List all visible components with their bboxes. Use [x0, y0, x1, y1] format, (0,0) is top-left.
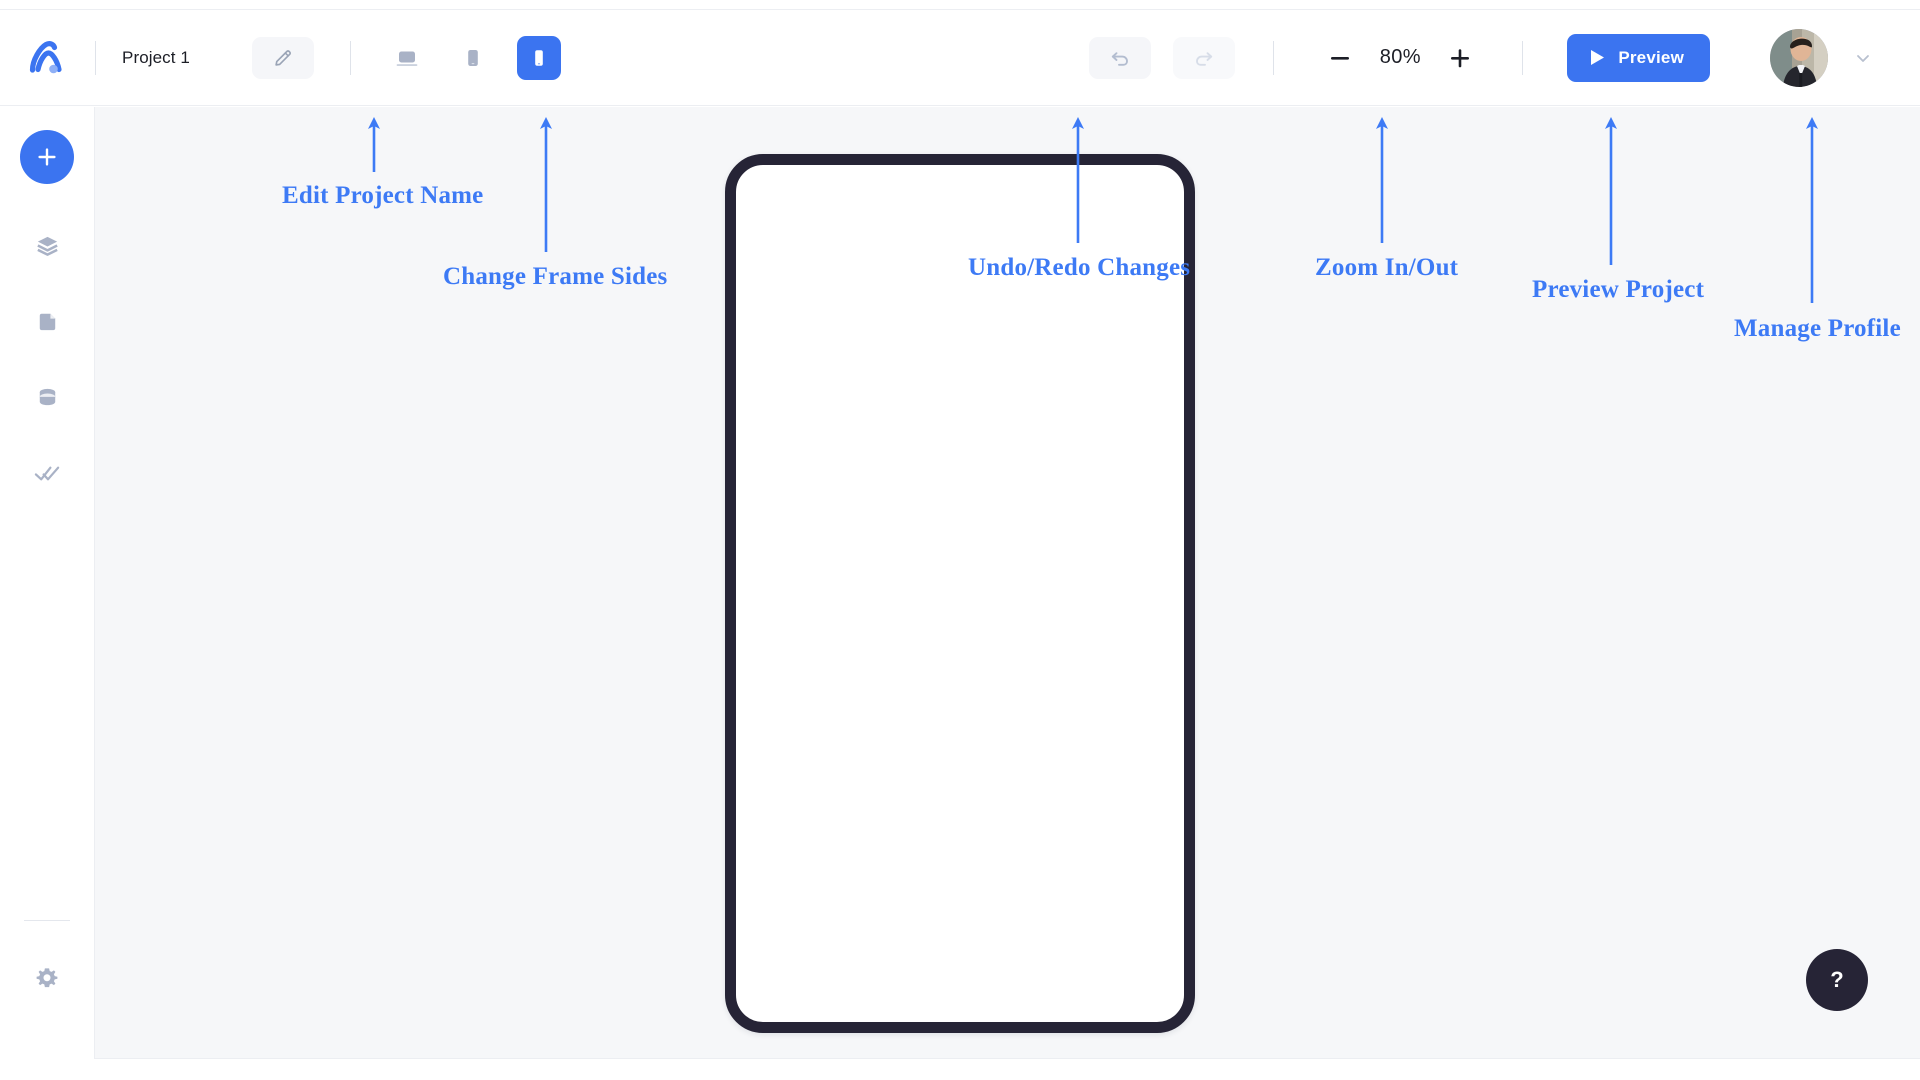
sidebar-divider	[24, 920, 70, 921]
sidebar-item-data[interactable]	[20, 370, 74, 424]
tablet-icon	[468, 49, 478, 66]
sidebar-item-components[interactable]	[20, 218, 74, 272]
divider-zoom	[1522, 40, 1524, 75]
double-check-icon	[34, 466, 59, 480]
annotation-arrow-zoom-in-out	[1376, 117, 1388, 243]
annotation-label-preview-project: Preview Project	[1532, 276, 1705, 303]
layers-icon	[36, 236, 58, 256]
help-button[interactable]: ?	[1806, 949, 1868, 1011]
annotation-arrow-preview-project	[1605, 117, 1617, 265]
zoom-out-button[interactable]	[1318, 36, 1362, 80]
top-toolbar: Project 1 80% Preview	[0, 9, 1920, 106]
preview-button-label: Preview	[1618, 47, 1684, 67]
plus-icon	[1451, 48, 1470, 67]
top-strip	[0, 0, 1920, 9]
left-sidebar	[0, 107, 95, 1059]
zoom-level-value: 80%	[1379, 46, 1421, 68]
bottom-strip	[0, 1059, 1920, 1080]
avatar[interactable]	[1770, 28, 1828, 87]
device-mobile-button[interactable]	[517, 35, 561, 80]
help-button-label: ?	[1830, 967, 1844, 992]
chevron-down-icon	[1857, 54, 1869, 62]
profile-menu-button[interactable]	[1846, 41, 1880, 75]
annotation-label-change-frame-sides: Change Frame Sides	[443, 263, 668, 290]
divider-edit	[350, 40, 351, 75]
pencil-icon	[275, 49, 291, 66]
mobile-phone-frame[interactable]	[725, 154, 1195, 1033]
sidebar-item-tasks[interactable]	[20, 446, 74, 500]
annotation-arrow-edit-project-name	[368, 117, 380, 172]
avatar-image	[1770, 28, 1828, 87]
mobile-icon	[535, 49, 543, 66]
annotation-label-edit-project-name: Edit Project Name	[282, 182, 484, 209]
zoom-in-button[interactable]	[1438, 36, 1482, 80]
undo-icon	[1112, 51, 1129, 66]
annotation-label-undo-redo-changes: Undo/Redo Changes	[968, 254, 1191, 281]
appgyver-logo-icon	[29, 40, 62, 73]
edit-project-name-button[interactable]	[252, 36, 314, 79]
redo-button[interactable]	[1173, 36, 1236, 79]
minus-icon	[1331, 56, 1350, 60]
pages-icon	[39, 313, 55, 330]
sidebar-item-settings[interactable]	[20, 951, 74, 1005]
annotation-arrow-undo-redo-changes	[1072, 117, 1084, 243]
app-root: Project 1 80% Preview ? Edit Project Nam…	[0, 0, 1920, 1080]
plus-icon	[38, 148, 56, 166]
app-logo[interactable]	[0, 10, 95, 105]
play-icon	[1591, 50, 1605, 65]
annotation-label-manage-profile: Manage Profile	[1734, 315, 1901, 342]
redo-icon	[1196, 51, 1213, 66]
gear-icon	[36, 968, 58, 988]
divider-history	[1273, 40, 1275, 75]
sidebar-add-button[interactable]	[20, 130, 74, 184]
device-desktop-button[interactable]	[385, 36, 429, 80]
design-canvas[interactable]: ?	[95, 107, 1920, 1059]
database-icon	[39, 388, 55, 405]
undo-button[interactable]	[1089, 36, 1152, 79]
annotation-arrow-change-frame-sides	[540, 117, 552, 252]
annotation-arrow-manage-profile	[1806, 117, 1818, 303]
desktop-icon	[396, 51, 418, 66]
device-tablet-button[interactable]	[451, 36, 495, 80]
project-name-label: Project 1	[122, 47, 190, 67]
preview-button[interactable]: Preview	[1567, 33, 1710, 82]
annotation-label-zoom-in-out: Zoom In/Out	[1315, 254, 1459, 281]
sidebar-item-pages[interactable]	[20, 294, 74, 348]
